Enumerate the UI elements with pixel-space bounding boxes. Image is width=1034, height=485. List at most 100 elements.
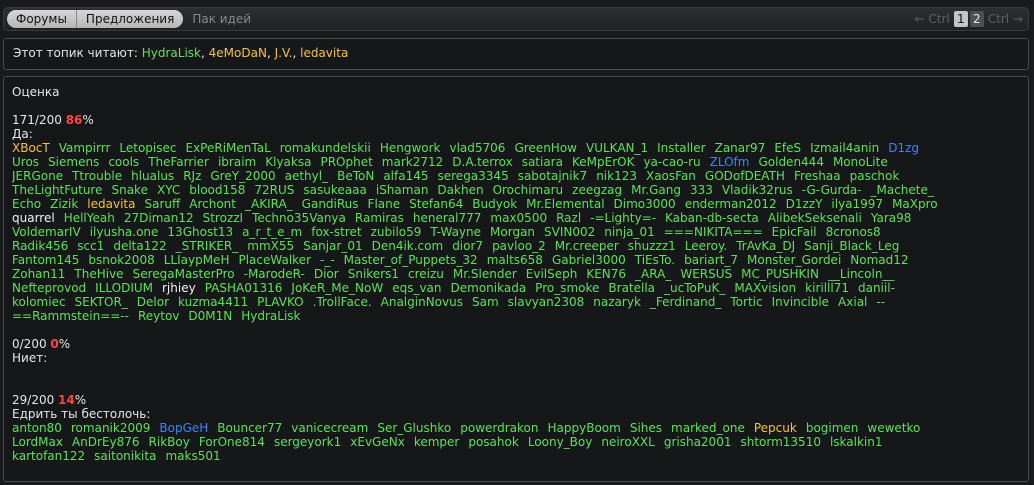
voter-username-link[interactable]: 333 <box>690 183 713 197</box>
voter-username-link[interactable]: romanik2009 <box>71 421 150 435</box>
voter-username-link[interactable]: alfa145 <box>383 169 428 183</box>
voter-username-link[interactable]: PlaceWalker <box>238 253 311 267</box>
voter-username-link[interactable]: 8cronos8 <box>826 225 881 239</box>
voter-username-link[interactable]: Stefan64 <box>409 197 463 211</box>
voter-username-link[interactable]: _Machete_ <box>871 183 934 197</box>
voter-username-link[interactable]: XaosFan <box>646 169 696 183</box>
voter-username-link[interactable]: ===NIKITA=== <box>664 225 763 239</box>
voter-username-link[interactable]: dior7 <box>452 239 483 253</box>
voter-username-link[interactable]: Monster_Gordei <box>747 253 841 267</box>
voter-username-link[interactable]: max0500 <box>490 211 547 225</box>
voter-username-link[interactable]: VULKAN_1 <box>586 141 648 155</box>
voter-username-link[interactable]: PASHA01316 <box>205 281 283 295</box>
voter-username-link[interactable]: Delor <box>137 295 169 309</box>
voter-username-link[interactable]: 27Diman12 <box>124 211 194 225</box>
voter-username-link[interactable]: Techno35Vanya <box>252 211 346 225</box>
voter-username-link[interactable]: __Lincoln__ <box>828 267 895 281</box>
voter-username-link[interactable]: Saruff <box>144 197 180 211</box>
voter-username-link[interactable]: Mr.Gang <box>631 183 681 197</box>
voter-username-link[interactable]: Golden444 <box>758 155 823 169</box>
voter-username-link[interactable]: ILLODIUM <box>95 281 153 295</box>
voter-username-link[interactable]: Morgan <box>490 225 535 239</box>
voter-username-link[interactable]: Sam <box>472 295 499 309</box>
voter-username-link[interactable]: _ucToPuK_ <box>664 281 725 295</box>
voter-username-link[interactable]: ilya1997 <box>831 197 883 211</box>
voter-username-link[interactable]: Siemens <box>48 155 99 169</box>
voter-username-link[interactable]: sasukeaaa <box>303 183 366 197</box>
voter-username-link[interactable]: satiara <box>522 155 563 169</box>
voter-username-link[interactable]: daniil- <box>858 281 895 295</box>
voter-username-link[interactable]: _STRIKER_ <box>176 239 239 253</box>
voter-username-link[interactable]: delta122 <box>113 239 166 253</box>
voter-username-link[interactable]: Ttrouble <box>72 169 122 183</box>
voter-username-link[interactable]: a_r_t_e_m <box>242 225 302 239</box>
voter-username-link[interactable]: _AKIRA_ <box>245 197 293 211</box>
voter-username-link[interactable]: Gabriel3000 <box>552 253 626 267</box>
voter-username-link[interactable]: Dior <box>314 267 339 281</box>
voter-username-link[interactable]: Loony_Boy <box>528 435 593 449</box>
voter-username-link[interactable]: mmX55 <box>247 239 294 253</box>
voter-username-link[interactable]: MaXpro <box>892 197 938 211</box>
next-page-link[interactable]: Ctrl → <box>986 10 1025 28</box>
voter-username-link[interactable]: Mr.Slender <box>453 267 517 281</box>
voter-username-link[interactable]: bariart_7 <box>684 253 738 267</box>
voter-username-link[interactable]: SEKTOR_ <box>75 295 128 309</box>
voter-username-link[interactable]: JERGone <box>12 169 63 183</box>
voter-username-link[interactable]: .TrollFace. <box>313 295 372 309</box>
voter-username-link[interactable]: Sihes <box>630 421 662 435</box>
voter-username-link[interactable]: ExPeRiMenTaL <box>185 141 270 155</box>
voter-username-link[interactable]: kirilll71 <box>805 281 849 295</box>
voter-username-link[interactable]: Bratella <box>608 281 655 295</box>
voter-username-link[interactable]: -_- <box>320 253 335 267</box>
prev-page-link[interactable]: ← Ctrl <box>913 10 952 28</box>
voter-username-link[interactable]: LLIaypMeH <box>164 253 230 267</box>
voter-username-link[interactable]: wewetko <box>867 421 920 435</box>
voter-username-link[interactable]: malts658 <box>487 253 543 267</box>
voter-username-link[interactable]: Snake <box>111 183 147 197</box>
voter-username-link[interactable]: Master_of_Puppets_32 <box>344 253 478 267</box>
voter-username-link[interactable]: iShaman <box>376 183 429 197</box>
voter-username-link[interactable]: kuzma4411 <box>178 295 248 309</box>
voter-username-link[interactable]: kolomiec <box>12 295 66 309</box>
reader-username-link[interactable]: HydraLisk <box>142 46 201 60</box>
voter-username-link[interactable]: WERSUS <box>680 267 732 281</box>
voter-username-link[interactable]: SVIN002 <box>544 225 595 239</box>
voter-username-link[interactable]: -=Lighty=- <box>590 211 656 225</box>
voter-username-link[interactable]: Vampirrr <box>59 141 111 155</box>
voter-username-link[interactable]: D1zg <box>888 141 919 155</box>
voter-username-link[interactable]: fox-stret <box>311 225 361 239</box>
voter-username-link[interactable]: Uros <box>12 155 39 169</box>
voter-username-link[interactable]: paschok <box>850 169 900 183</box>
voter-username-link[interactable]: GODofDEATH <box>705 169 785 183</box>
voter-username-link[interactable]: LordMax <box>12 435 63 449</box>
voter-username-link[interactable]: shtorm13510 <box>740 435 821 449</box>
voter-username-link[interactable]: Dakhen <box>437 183 483 197</box>
voter-username-link[interactable]: Radik456 <box>12 239 68 253</box>
voter-username-link[interactable]: PROphet <box>320 155 372 169</box>
voter-username-link[interactable]: XBocT <box>12 141 50 155</box>
voter-username-link[interactable]: MAXvision <box>734 281 796 295</box>
voter-username-link[interactable]: TheLightFuture <box>12 183 102 197</box>
voter-username-link[interactable]: heneral777 <box>413 211 482 225</box>
breadcrumb-forums[interactable]: Форумы <box>7 10 77 28</box>
voter-username-link[interactable]: MonoLite <box>833 155 888 169</box>
voter-username-link[interactable]: Pro_smoke <box>535 281 599 295</box>
voter-username-link[interactable]: KEN76 <box>586 267 626 281</box>
voter-username-link[interactable]: Archont <box>189 197 236 211</box>
voter-username-link[interactable]: bsnok2008 <box>88 253 154 267</box>
voter-username-link[interactable]: Zanar97 <box>715 141 766 155</box>
voter-username-link[interactable]: HellYeah <box>64 211 115 225</box>
voter-username-link[interactable]: Mr.Elemental <box>526 197 604 211</box>
voter-username-link[interactable]: SeregaMasterPro <box>133 267 235 281</box>
voter-username-link[interactable]: ibraim <box>218 155 256 169</box>
voter-username-link[interactable]: Nomad12 <box>850 253 908 267</box>
voter-username-link[interactable]: Ramiras <box>355 211 404 225</box>
voter-username-link[interactable]: powerdrakon <box>460 421 538 435</box>
voter-username-link[interactable]: hlualus <box>131 169 174 183</box>
voter-username-link[interactable]: shuzzz1 <box>628 239 676 253</box>
voter-username-link[interactable]: bogimen <box>806 421 859 435</box>
voter-username-link[interactable]: TheFarrier <box>148 155 209 169</box>
voter-username-link[interactable]: Orochimaru <box>493 183 564 197</box>
voter-username-link[interactable]: anton80 <box>12 421 62 435</box>
voter-username-link[interactable]: D1zzY <box>786 197 823 211</box>
